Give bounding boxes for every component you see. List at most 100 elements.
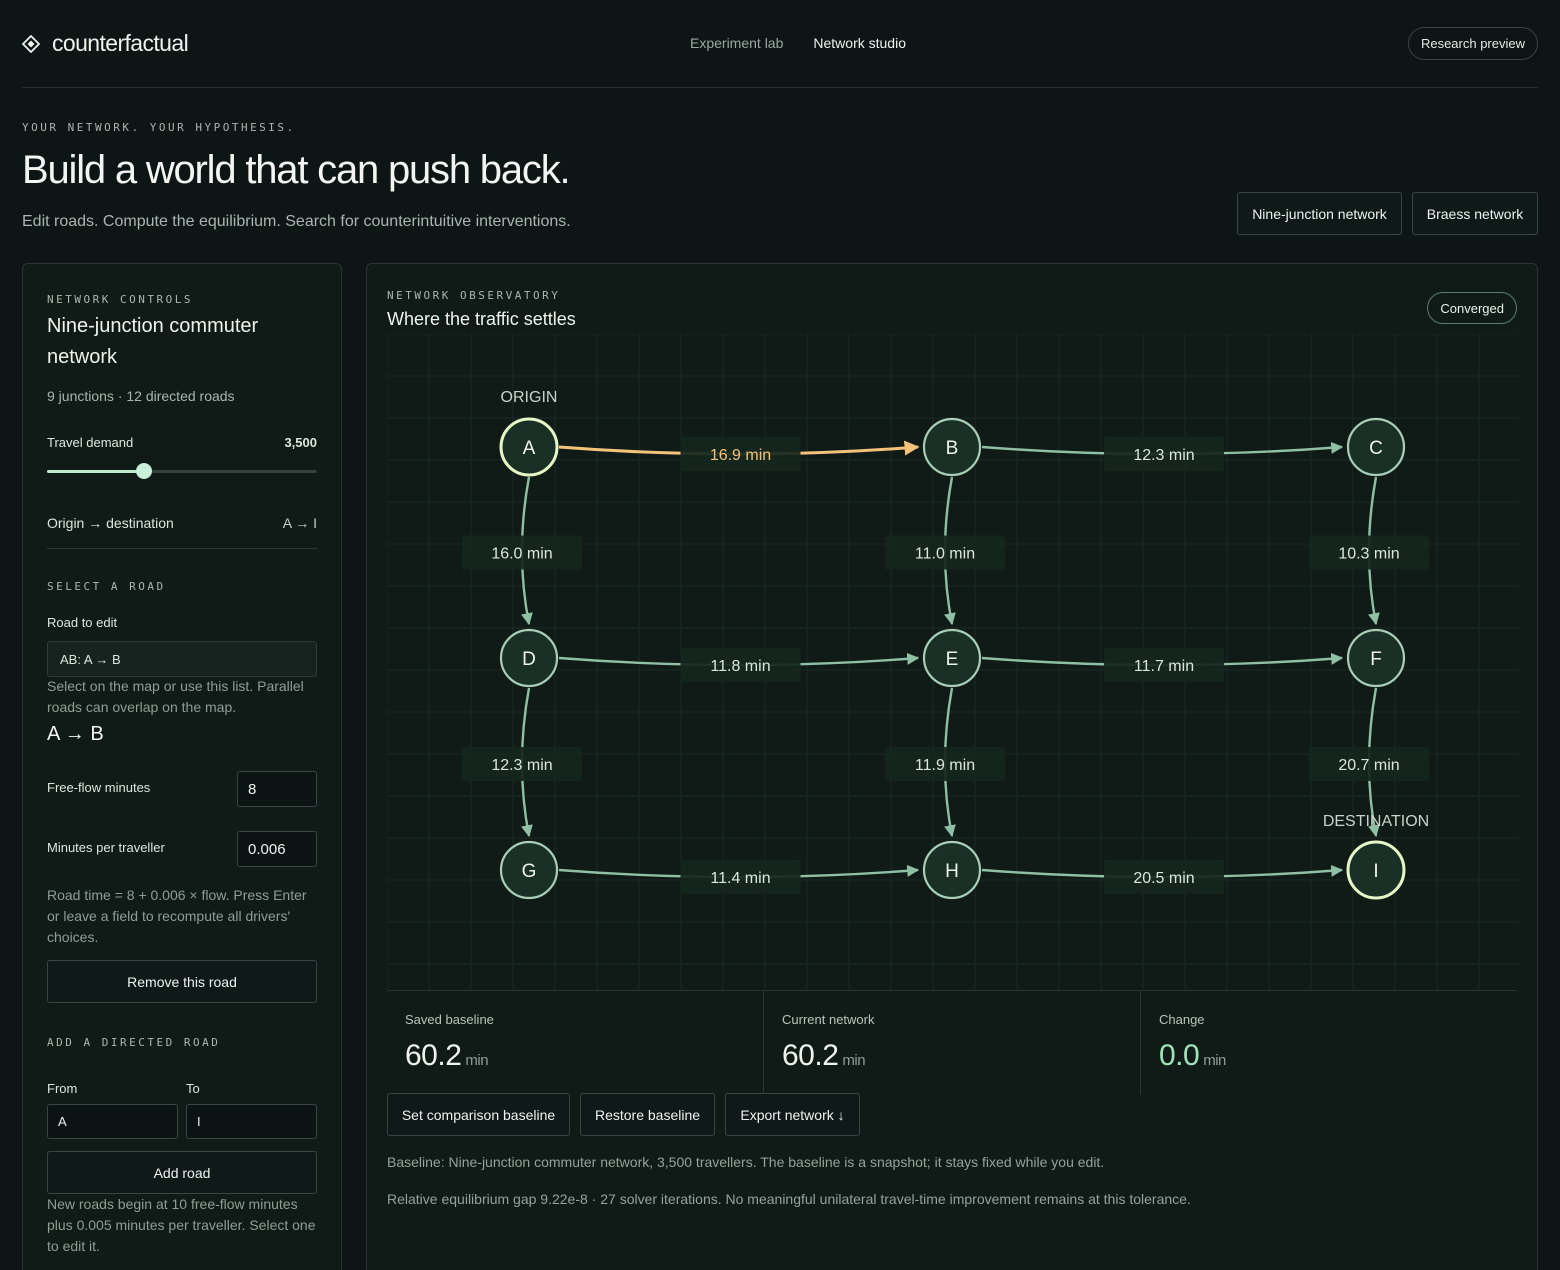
- svg-text:12.3 min: 12.3 min: [491, 757, 552, 774]
- network-observatory-panel: NETWORK OBSERVATORY Where the traffic se…: [366, 263, 1538, 1270]
- divider: [47, 548, 317, 549]
- road-time-label[interactable]: 11.0 min: [885, 535, 1005, 570]
- svg-text:E: E: [946, 649, 959, 670]
- export-network-button[interactable]: Export network ↓: [725, 1093, 860, 1136]
- controls-eyebrow: NETWORK CONTROLS: [47, 293, 193, 306]
- set-baseline-button[interactable]: Set comparison baseline: [387, 1093, 570, 1136]
- junction-node-b[interactable]: B: [922, 417, 982, 477]
- hero-eyebrow: YOUR NETWORK. YOUR HYPOTHESIS.: [22, 121, 296, 134]
- junction-node-e[interactable]: E: [922, 628, 982, 688]
- road-help-text: Select on the map or use this list. Para…: [47, 678, 304, 715]
- observatory-eyebrow: NETWORK OBSERVATORY: [387, 289, 561, 302]
- junction-node-g[interactable]: G: [499, 840, 559, 900]
- brand[interactable]: counterfactual: [22, 30, 189, 57]
- equilibrium-gap-note: Relative equilibrium gap 9.22e-8 · 27 so…: [387, 1191, 1191, 1207]
- brand-name: counterfactual: [52, 30, 189, 56]
- add-road-button[interactable]: Add road: [47, 1151, 317, 1194]
- origin-label: ORIGIN: [501, 389, 558, 406]
- road-select[interactable]: AB: A → B: [47, 641, 317, 677]
- nav-experiment-lab[interactable]: Experiment lab: [690, 35, 783, 51]
- road-to-edit-label: Road to edit: [47, 615, 118, 630]
- minutes-per-traveller-input[interactable]: 0.006: [237, 831, 317, 867]
- svg-text:11.7 min: 11.7 min: [1134, 658, 1194, 675]
- svg-text:10.3 min: 10.3 min: [1338, 546, 1399, 563]
- svg-text:11.9 min: 11.9 min: [915, 757, 975, 774]
- svg-text:16.9 min: 16.9 min: [710, 447, 771, 464]
- from-input[interactable]: A: [47, 1104, 178, 1139]
- travel-demand-label: Travel demand: [47, 435, 134, 450]
- svg-text:G: G: [522, 861, 537, 882]
- road-time-label[interactable]: 11.4 min: [680, 860, 801, 894]
- stat-value: 60.2: [782, 1039, 839, 1072]
- stat-value: 0.0: [1159, 1039, 1200, 1072]
- to-input[interactable]: I: [186, 1104, 317, 1139]
- free-flow-input[interactable]: 8: [237, 771, 317, 807]
- od-value: A → I: [282, 515, 317, 531]
- road-time-label[interactable]: 20.5 min: [1104, 860, 1224, 894]
- stat-saved-baseline: Saved baseline 60.2 min: [387, 991, 764, 1094]
- svg-text:20.7 min: 20.7 min: [1338, 757, 1399, 774]
- junction-node-f[interactable]: F: [1346, 628, 1406, 688]
- add-road-eyebrow: ADD A DIRECTED ROAD: [47, 1036, 221, 1049]
- stat-value: 60.2: [405, 1039, 462, 1072]
- junction-node-h[interactable]: H: [922, 840, 982, 900]
- svg-text:D: D: [522, 649, 536, 670]
- network-map[interactable]: 16.9 min 12.3 min 16.0 min 11.0 min 10.3 min…: [387, 334, 1519, 990]
- preset-braess-button[interactable]: Braess network: [1412, 192, 1538, 235]
- preset-nine-junction-button[interactable]: Nine-junction network: [1237, 192, 1402, 235]
- page-title: Build a world that can push back.: [22, 148, 571, 192]
- junction-node-d[interactable]: D: [499, 628, 559, 688]
- road-time-label[interactable]: 10.3 min: [1309, 535, 1429, 570]
- add-road-note: New roads begin at 10 free-flow minutes …: [47, 1196, 316, 1254]
- restore-baseline-button[interactable]: Restore baseline: [580, 1093, 715, 1136]
- top-bar: counterfactual Experiment lab Network st…: [22, 0, 1538, 88]
- converged-badge: Converged: [1427, 292, 1517, 324]
- junction-node-i[interactable]: I: [1346, 840, 1406, 900]
- road-time-label[interactable]: 11.9 min: [885, 747, 1005, 781]
- research-preview-button[interactable]: Research preview: [1407, 27, 1538, 60]
- svg-text:11.0 min: 11.0 min: [915, 546, 975, 563]
- main-nav: Experiment lab Network studio: [690, 35, 906, 51]
- road-time-label[interactable]: 20.7 min: [1309, 747, 1429, 781]
- formula-note: Road time = 8 + 0.006 × flow. Press Ente…: [47, 887, 307, 945]
- minutes-per-traveller-label: Minutes per traveller: [47, 840, 165, 855]
- junction-node-c[interactable]: C: [1346, 417, 1406, 477]
- svg-text:C: C: [1369, 438, 1383, 459]
- travel-demand-value: 3,500: [284, 435, 317, 450]
- road-time-label[interactable]: 16.9 min: [680, 437, 801, 471]
- road-time-label[interactable]: 12.3 min: [1104, 437, 1224, 471]
- stats-row: Saved baseline 60.2 min Current network 6…: [387, 990, 1517, 1094]
- stat-current-network: Current network 60.2 min: [764, 991, 1141, 1094]
- from-label: From: [47, 1081, 78, 1096]
- destination-label: DESTINATION: [1323, 813, 1429, 830]
- stat-change: Change 0.0 min: [1159, 1012, 1226, 1072]
- baseline-note: Baseline: Nine-junction commuter network…: [387, 1154, 1105, 1170]
- slider-fill: [47, 470, 145, 473]
- network-controls-panel: NETWORK CONTROLS Nine-junction commuter …: [22, 263, 342, 1270]
- svg-text:B: B: [946, 438, 959, 459]
- diamond-logo-icon: [22, 34, 40, 53]
- network-summary: 9 junctions · 12 directed roads: [47, 388, 235, 404]
- remove-road-button[interactable]: Remove this road: [47, 960, 317, 1003]
- road-time-label[interactable]: 12.3 min: [462, 747, 582, 781]
- select-road-eyebrow: SELECT A ROAD: [47, 580, 166, 593]
- svg-text:I: I: [1373, 861, 1378, 882]
- svg-text:12.3 min: 12.3 min: [1133, 447, 1194, 464]
- nav-network-studio[interactable]: Network studio: [813, 35, 906, 51]
- observatory-title: Where the traffic settles: [387, 309, 576, 329]
- road-time-label[interactable]: 11.8 min: [680, 648, 801, 682]
- svg-text:H: H: [945, 861, 959, 882]
- network-title: Nine-junction commuter network: [47, 315, 259, 368]
- page-subtitle: Edit roads. Compute the equilibrium. Sea…: [22, 213, 571, 230]
- travel-demand-slider[interactable]: [47, 463, 317, 479]
- free-flow-label: Free-flow minutes: [47, 780, 151, 795]
- road-time-label[interactable]: 16.0 min: [462, 535, 582, 570]
- selected-road-heading: A → B: [47, 723, 104, 745]
- svg-text:20.5 min: 20.5 min: [1133, 870, 1194, 887]
- slider-handle[interactable]: [136, 463, 153, 479]
- svg-text:F: F: [1370, 649, 1382, 670]
- svg-text:A: A: [523, 438, 536, 459]
- road-time-label[interactable]: 11.7 min: [1104, 648, 1224, 682]
- junction-node-a[interactable]: A: [499, 417, 559, 477]
- svg-text:16.0 min: 16.0 min: [491, 546, 552, 563]
